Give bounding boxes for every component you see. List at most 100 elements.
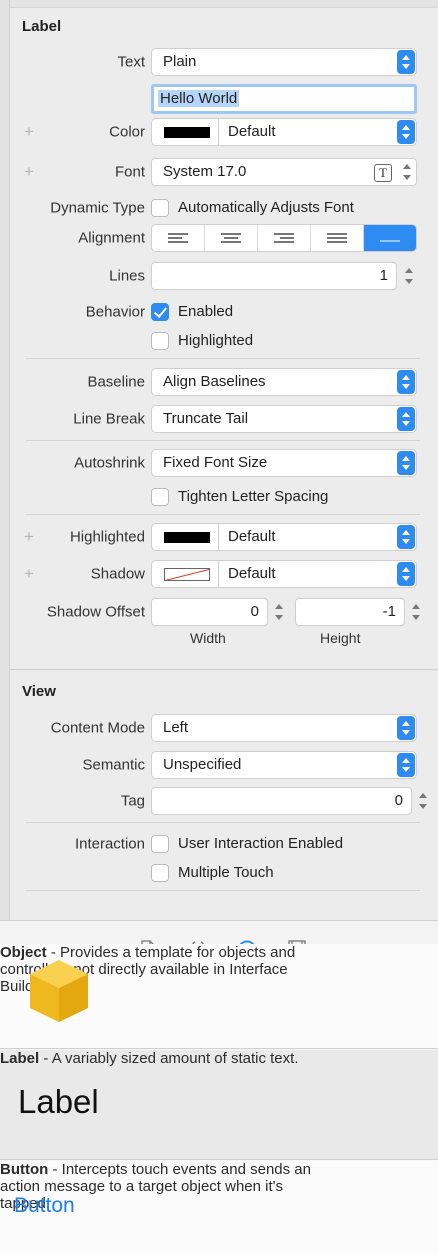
- lines-stepper-icon[interactable]: [402, 263, 416, 289]
- line-break-label: Line Break: [73, 410, 145, 428]
- text-type-popup[interactable]: Plain: [151, 48, 417, 76]
- enabled-checkbox[interactable]: [151, 303, 169, 321]
- highlighted-color-popup[interactable]: Default: [151, 523, 417, 551]
- dash: -: [48, 1161, 62, 1178]
- popup-arrows-icon: [397, 120, 415, 144]
- line-break-popup[interactable]: Truncate Tail: [151, 405, 417, 433]
- tag-label: Tag: [120, 792, 145, 810]
- alignment-segmented-control[interactable]: [151, 224, 417, 252]
- multiple-touch-checkbox[interactable]: [151, 864, 169, 882]
- plus-icon[interactable]: +: [24, 564, 34, 584]
- label-name: Label: [0, 1050, 40, 1067]
- shadow-popup[interactable]: Default: [151, 560, 417, 588]
- plus-icon[interactable]: +: [24, 162, 34, 182]
- popup-arrows-icon: [397, 50, 415, 74]
- align-right-icon: [274, 231, 294, 245]
- interaction-label: Interaction: [74, 835, 145, 853]
- button-entry[interactable]: Button Button - Intercepts touch events …: [0, 1161, 438, 1253]
- tighten-text: Tighten Letter Spacing: [178, 488, 329, 505]
- no-color-swatch: [164, 568, 210, 581]
- height-caption: Height: [320, 630, 361, 646]
- plus-icon[interactable]: +: [24, 122, 34, 142]
- autoshrink-value: Fixed Font Size: [163, 454, 268, 471]
- object-entry[interactable]: Object - Provides a template for objects…: [0, 944, 438, 1049]
- popup-arrows-icon: [397, 753, 415, 777]
- align-natural-segment[interactable]: [364, 225, 416, 251]
- color-swatch: [164, 532, 210, 543]
- left-edge: [0, 0, 10, 920]
- tag-stepper-icon[interactable]: [416, 788, 430, 814]
- color-popup[interactable]: Default: [151, 118, 417, 146]
- view-section-title: View: [22, 683, 56, 700]
- dynamic-type-label: Dynamic Type: [50, 199, 145, 217]
- button-name: Button: [0, 1161, 49, 1178]
- font-field[interactable]: System 17.0 T: [151, 158, 417, 186]
- label-section-title: Label: [22, 18, 62, 35]
- tag-value: 0: [394, 792, 403, 809]
- align-left-segment[interactable]: [152, 225, 205, 251]
- lines-label: Lines: [109, 267, 145, 285]
- alignment-label: Alignment: [78, 229, 145, 247]
- color-swatch: [164, 127, 210, 138]
- text-content-value: Hello World: [158, 90, 240, 107]
- separator: [26, 822, 420, 823]
- font-stepper-icon[interactable]: [400, 159, 414, 185]
- top-strip: [0, 0, 438, 8]
- text-label: Text: [117, 53, 145, 71]
- shadow-height-value: -1: [382, 603, 396, 620]
- user-interaction-checkbox[interactable]: [151, 835, 169, 853]
- content-mode-popup[interactable]: Left: [151, 714, 417, 742]
- button-preview: Button: [14, 1194, 75, 1217]
- label-entry[interactable]: Label Label - A variably sized amount of…: [0, 1050, 438, 1160]
- color-value: Default: [228, 123, 276, 140]
- popup-arrows-icon: [397, 407, 415, 431]
- autoshrink-popup[interactable]: Fixed Font Size: [151, 449, 417, 477]
- lines-field[interactable]: 1: [151, 262, 397, 290]
- dash: -: [39, 1050, 52, 1067]
- tag-field[interactable]: 0: [151, 787, 412, 815]
- semantic-popup[interactable]: Unspecified: [151, 751, 417, 779]
- align-center-icon: [221, 231, 241, 245]
- swatch-divider: [218, 524, 219, 550]
- swatch-divider: [218, 119, 219, 145]
- font-picker-icon[interactable]: T: [374, 164, 392, 182]
- align-justified-icon: [327, 231, 347, 245]
- shadow-height-field[interactable]: -1: [295, 598, 405, 626]
- section-divider: [10, 669, 438, 670]
- width-caption: Width: [190, 630, 226, 646]
- shadow-height-stepper-icon[interactable]: [409, 599, 423, 625]
- tighten-checkbox[interactable]: [151, 488, 169, 506]
- shadow-value: Default: [228, 565, 276, 582]
- cube-icon: [28, 958, 90, 1028]
- content-mode-value: Left: [163, 719, 189, 736]
- align-justified-segment[interactable]: [311, 225, 364, 251]
- align-right-segment[interactable]: [258, 225, 311, 251]
- highlighted-checkbox[interactable]: [151, 332, 169, 350]
- content-mode-label: Content Mode: [50, 719, 145, 737]
- multiple-touch-text: Multiple Touch: [178, 864, 274, 881]
- shadow-width-value: 0: [250, 603, 259, 620]
- semantic-label: Semantic: [82, 756, 145, 774]
- separator: [26, 514, 420, 515]
- baseline-popup[interactable]: Align Baselines: [151, 368, 417, 396]
- separator: [26, 440, 420, 441]
- dynamic-type-checkbox[interactable]: [151, 199, 169, 217]
- align-left-icon: [168, 231, 188, 245]
- plus-icon[interactable]: +: [24, 527, 34, 547]
- align-center-segment[interactable]: [205, 225, 258, 251]
- highlighted-color-value: Default: [228, 528, 276, 545]
- highlighted-color-label: Highlighted: [69, 528, 145, 546]
- shadow-width-field[interactable]: 0: [151, 598, 268, 626]
- baseline-label: Baseline: [87, 373, 145, 391]
- font-label: Font: [114, 163, 145, 181]
- enabled-text: Enabled: [178, 303, 234, 320]
- popup-arrows-icon: [397, 451, 415, 475]
- separator: [26, 358, 420, 359]
- separator: [26, 890, 420, 891]
- align-natural-icon: [380, 233, 400, 244]
- shadow-width-stepper-icon[interactable]: [272, 599, 286, 625]
- popup-arrows-icon: [397, 370, 415, 394]
- popup-arrows-icon: [397, 716, 415, 740]
- dynamic-type-text: Automatically Adjusts Font: [178, 199, 354, 216]
- text-content-field[interactable]: Hello World: [151, 84, 417, 114]
